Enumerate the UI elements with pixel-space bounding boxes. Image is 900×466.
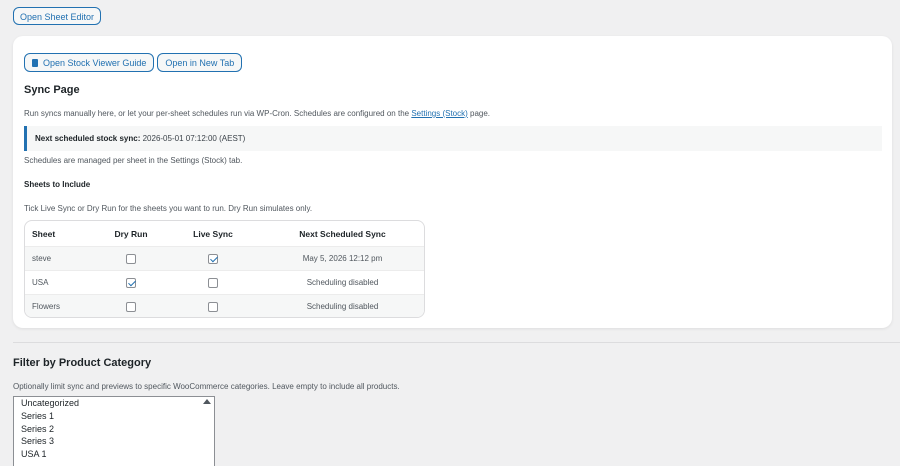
page-title: Sync Page [24,84,80,96]
filter-heading: Filter by Product Category [13,357,152,369]
header-dry-run: Dry Run [114,228,148,239]
sync-card: Open Stock Viewer Guide Open in New Tab … [13,36,892,328]
next-sync-value: Scheduling disabled [306,278,379,287]
open-guide-button[interactable]: Open Stock Viewer Guide [24,53,155,72]
filter-note: Optionally limit sync and previews to sp… [13,382,400,391]
category-option[interactable]: Series 3 [14,435,214,448]
category-option[interactable]: USA 1 [14,448,214,461]
sheet-name: steve [32,254,52,263]
header-next-sync: Next Scheduled Sync [299,228,386,239]
settings-stock-link[interactable]: Settings (Stock) [411,109,467,118]
table-row: steve May 5, 2026 12:12 pm [25,246,424,270]
table-row: USA Scheduling disabled [25,270,424,294]
sheets-heading: Sheets to Include [24,180,91,189]
guide-button-row: Open Stock Viewer Guide Open in New Tab [24,53,243,72]
category-multiselect[interactable]: Uncategorized Series 1 Series 2 Series 3… [13,396,215,466]
dry-run-checkbox[interactable] [126,277,136,288]
category-option[interactable]: Series 1 [14,410,214,423]
category-option[interactable]: Uncategorized [14,397,214,410]
document-icon [32,59,38,67]
next-sync-notice: Next scheduled stock sync: 2026-05-01 07… [24,126,882,151]
sheets-table: Sheet Dry Run Live Sync Next Scheduled S… [24,220,425,318]
header-live-sync: Live Sync [193,228,233,239]
intro-text-before: Run syncs manually here, or let your per… [24,109,412,118]
schedules-managed-note: Schedules are managed per sheet in the S… [24,156,243,165]
dry-run-checkbox[interactable] [126,253,136,264]
scroll-up-arrow-icon[interactable] [203,399,211,404]
tick-instructions: Tick Live Sync or Dry Run for the sheets… [24,204,313,213]
open-new-tab-button[interactable]: Open in New Tab [157,53,243,72]
sheet-name: USA [32,278,49,287]
table-row: Flowers Scheduling disabled [25,294,424,317]
notice-value: 2026-05-01 07:12:00 (AEST) [140,134,246,143]
next-sync-value: Scheduling disabled [306,302,379,311]
sheet-name: Flowers [32,302,61,311]
dry-run-checkbox[interactable] [126,301,136,312]
table-header-row: Sheet Dry Run Live Sync Next Scheduled S… [25,221,424,246]
live-sync-checkbox[interactable] [208,277,218,288]
live-sync-checkbox[interactable] [208,301,218,312]
section-divider [13,342,900,343]
notice-label: Next scheduled stock sync: [35,134,141,143]
open-sheet-editor-button[interactable]: Open Sheet Editor [13,7,102,25]
category-option[interactable]: Series 2 [14,423,214,436]
intro-text-after: page. [467,109,491,118]
open-guide-label: Open Stock Viewer Guide [43,58,147,68]
live-sync-checkbox[interactable] [208,253,218,264]
sync-intro-text: Run syncs manually here, or let your per… [24,109,490,118]
header-sheet: Sheet [32,228,56,239]
next-sync-value: May 5, 2026 12:12 pm [302,254,383,263]
